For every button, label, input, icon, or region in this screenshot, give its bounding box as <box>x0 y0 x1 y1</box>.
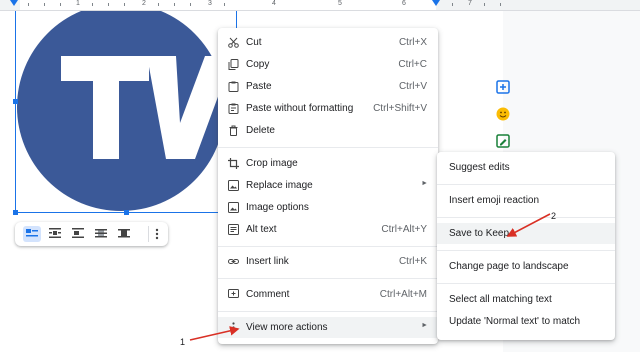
annotation-step-2: 2 <box>551 211 557 221</box>
annotation-step-1: 1 <box>180 337 186 347</box>
annotation-arrow-1 <box>189 326 240 341</box>
annotation-arrows <box>189 213 551 341</box>
annotation-arrow-2 <box>506 213 551 237</box>
